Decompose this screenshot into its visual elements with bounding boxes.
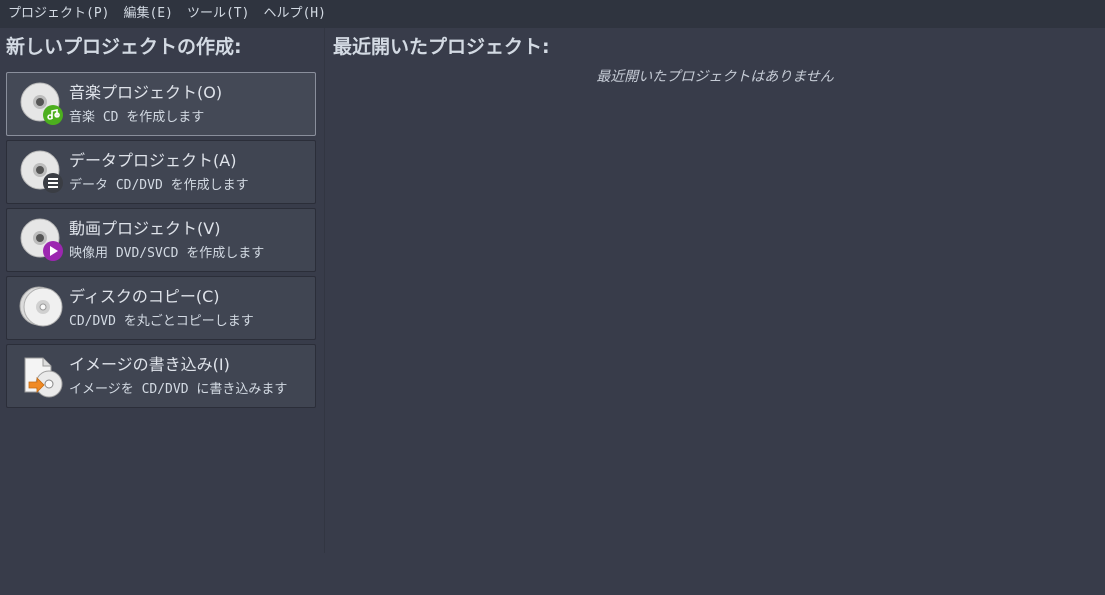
video-project-title: 動画プロジェクト(V) <box>69 218 221 238</box>
data-project-title: データプロジェクト(A) <box>69 150 237 170</box>
audio-project-title: 音楽プロジェクト(O) <box>69 82 223 102</box>
new-project-pane: 新しいプロジェクトの作成: 音楽プロジェクト(O) 音楽 CD を作成します デ… <box>0 28 324 553</box>
data-disc-icon <box>19 148 67 196</box>
audio-project-button[interactable]: 音楽プロジェクト(O) 音楽 CD を作成します <box>6 72 316 136</box>
image-burn-button[interactable]: イメージの書き込み(I) イメージを CD/DVD に書き込みます <box>6 344 316 408</box>
data-project-button[interactable]: データプロジェクト(A) データ CD/DVD を作成します <box>6 140 316 204</box>
video-project-desc: 映像用 DVD/SVCD を作成します <box>69 245 265 261</box>
audio-project-desc: 音楽 CD を作成します <box>69 109 205 125</box>
menu-project[interactable]: プロジェクト(P) <box>2 0 115 28</box>
video-disc-icon <box>19 216 67 264</box>
disc-copy-icon <box>19 284 67 332</box>
image-burn-title: イメージの書き込み(I) <box>69 354 230 374</box>
recent-projects-pane: 最近開いたプロジェクト: 最近開いたプロジェクトはありません <box>325 28 1105 553</box>
video-project-button[interactable]: 動画プロジェクト(V) 映像用 DVD/SVCD を作成します <box>6 208 316 272</box>
menu-edit[interactable]: 編集(E) <box>117 0 178 28</box>
disc-copy-button[interactable]: ディスクのコピー(C) CD/DVD を丸ごとコピーします <box>6 276 316 340</box>
recent-projects-heading: 最近開いたプロジェクト: <box>333 36 550 58</box>
disc-copy-title: ディスクのコピー(C) <box>69 286 220 306</box>
image-burn-icon <box>19 352 67 400</box>
new-project-heading: 新しいプロジェクトの作成: <box>6 36 242 58</box>
data-project-desc: データ CD/DVD を作成します <box>69 177 249 193</box>
audio-disc-icon <box>19 80 67 128</box>
disc-copy-desc: CD/DVD を丸ごとコピーします <box>69 313 254 329</box>
image-burn-desc: イメージを CD/DVD に書き込みます <box>69 381 288 397</box>
recent-projects-empty-message: 最近開いたプロジェクトはありません <box>596 69 834 85</box>
menubar: プロジェクト(P) 編集(E) ツール(T) ヘルプ(H) <box>0 0 1105 28</box>
menu-help[interactable]: ヘルプ(H) <box>257 0 331 28</box>
menu-tools[interactable]: ツール(T) <box>181 0 255 28</box>
